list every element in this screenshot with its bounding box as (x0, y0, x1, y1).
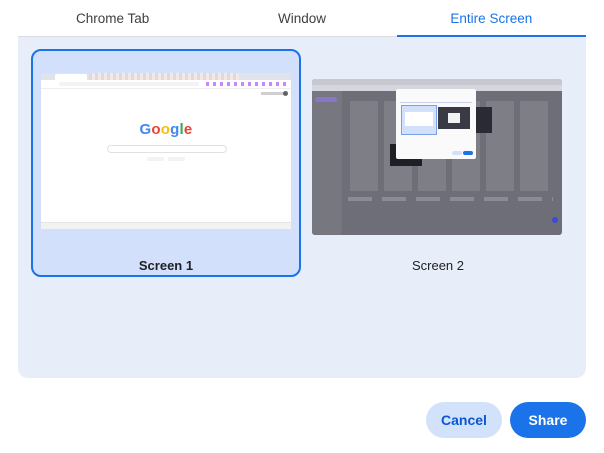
screen-2-label: Screen 2 (411, 258, 465, 273)
tab-window[interactable]: Window (207, 0, 396, 36)
screen-1-thumbnail: Google (41, 73, 291, 229)
nested-share-dialog (396, 89, 476, 159)
screen-option-1[interactable]: Google Screen 1 (31, 49, 301, 277)
floating-dot (552, 217, 558, 223)
search-box (107, 145, 227, 153)
browser-tabstrip (41, 73, 291, 80)
source-tabs: Chrome Tab Window Entire Screen (18, 0, 587, 37)
google-logo: Google (139, 121, 193, 138)
cancel-button[interactable]: Cancel (426, 402, 502, 438)
avatar (283, 91, 288, 96)
tab-chrome-tab[interactable]: Chrome Tab (18, 0, 207, 36)
page-footer (41, 222, 291, 229)
browser-address-bar (41, 80, 291, 89)
screen-share-dialog: Chrome Tab Window Entire Screen Google S… (0, 0, 604, 453)
share-button[interactable]: Share (510, 402, 586, 438)
screen-picker-panel: Google Screen 1 Screen 2 (18, 37, 586, 378)
top-links (261, 92, 285, 95)
app-sidebar (312, 91, 342, 235)
tab-entire-screen[interactable]: Entire Screen (396, 0, 587, 37)
screen-1-label: Screen 1 (138, 258, 194, 273)
search-buttons (147, 157, 185, 161)
screen-option-2[interactable]: Screen 2 (303, 49, 573, 277)
screen-2-thumbnail (312, 79, 562, 235)
